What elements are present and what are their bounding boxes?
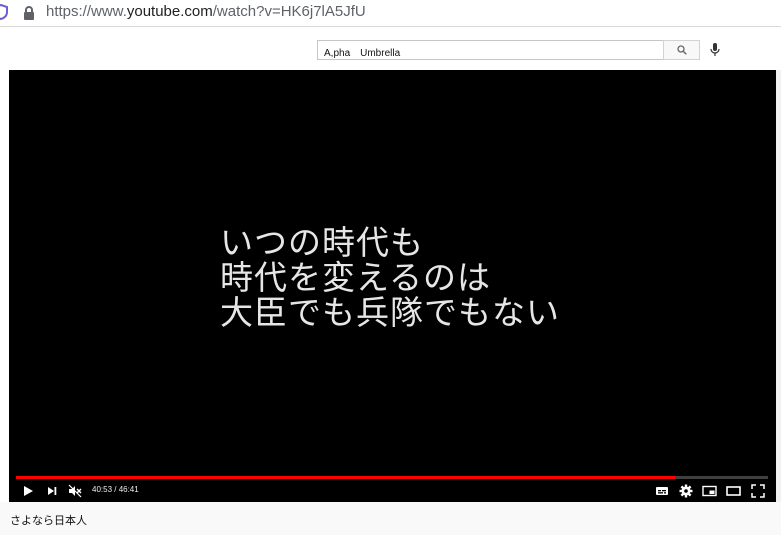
play-icon[interactable]	[22, 483, 34, 502]
lock-icon[interactable]	[23, 5, 35, 24]
mute-icon[interactable]	[68, 483, 82, 502]
progress-bar[interactable]	[16, 476, 768, 479]
miniplayer-icon[interactable]	[702, 483, 717, 502]
theater-icon[interactable]	[726, 483, 741, 502]
page-edge	[776, 70, 781, 502]
video-subtitle: いつの時代も 時代を変えるのは 大臣でも兵隊でもない	[220, 225, 560, 330]
address-bar[interactable]: https://www.youtube.com/watch?v=HK6j7lA5…	[0, 0, 781, 27]
time-display: 40:53 / 46:41	[92, 485, 139, 494]
player-controls: 40:53 / 46:41	[9, 480, 776, 502]
shield-icon[interactable]	[0, 3, 8, 24]
fullscreen-icon[interactable]	[751, 483, 765, 502]
video-info: さよなら日本人	[0, 502, 781, 535]
search-box[interactable]	[317, 40, 664, 61]
search-input[interactable]	[318, 42, 659, 61]
mic-icon[interactable]	[710, 42, 720, 61]
progress-fill	[16, 476, 675, 479]
video-title: さよなら日本人	[10, 514, 87, 527]
subtitle-line: 時代を変えるのは	[220, 258, 492, 297]
subtitles-icon[interactable]	[655, 483, 669, 502]
subtitle-line: いつの時代も	[220, 223, 424, 262]
video-player[interactable]: いつの時代も 時代を変えるのは 大臣でも兵隊でもない 40:53 / 46:41	[9, 70, 776, 502]
next-icon[interactable]	[46, 483, 58, 502]
search-button[interactable]	[663, 40, 700, 60]
settings-icon[interactable]	[679, 483, 693, 502]
search-icon	[677, 45, 687, 55]
url-text[interactable]: https://www.youtube.com/watch?v=HK6j7lA5…	[46, 3, 366, 20]
subtitle-line: 大臣でも兵隊でもない	[220, 293, 560, 332]
